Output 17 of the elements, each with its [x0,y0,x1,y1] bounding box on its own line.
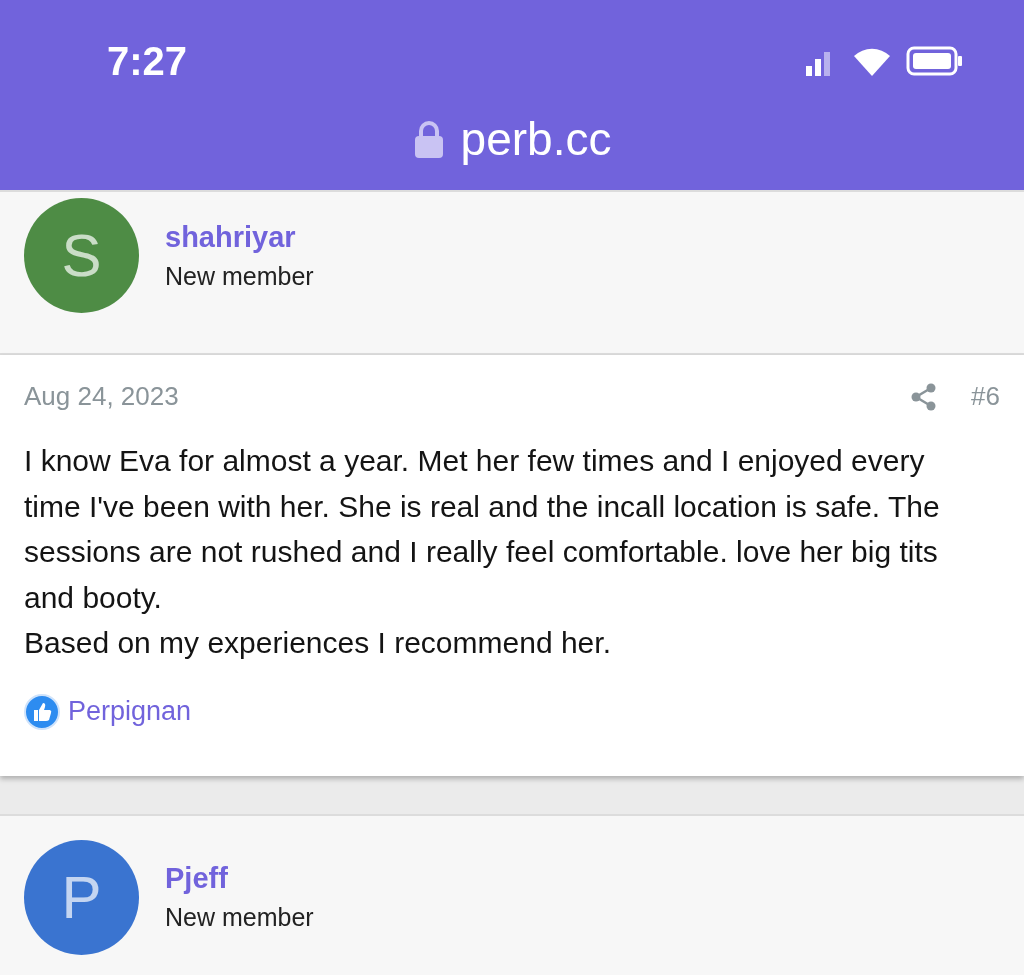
avatar[interactable]: P [24,839,139,955]
thumbs-up-icon [24,693,60,730]
username[interactable]: shahriyar [165,220,314,254]
battery-icon [906,45,964,77]
status-time: 7:27 [107,38,188,84]
username[interactable]: Pjeff [165,862,314,895]
post-number[interactable]: #6 [971,381,1000,412]
post-date[interactable]: Aug 24, 2023 [24,381,179,412]
avatar[interactable]: S [24,198,139,313]
user-role: New member [165,261,314,291]
reaction-link[interactable]: Perpignan [68,696,192,727]
lock-icon [412,119,445,159]
post-text: Based on my experiences I recommend her. [24,625,612,661]
address-url[interactable]: perb.cc [460,112,612,166]
user-role: New member [165,903,314,932]
post-text: I know Eva for almost a year. Met her few times and I enjoyed every time I've been with her. She is real and the incall location is safe. The sessions are not rushed and I really feel comfortable. love her big tits and booty. [24,443,941,616]
share-icon[interactable] [911,382,938,411]
